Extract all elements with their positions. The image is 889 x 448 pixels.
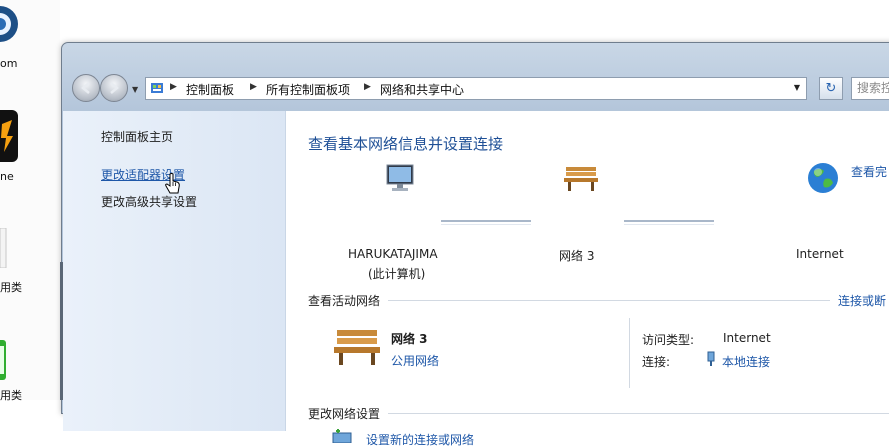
window-edge-shadow [60, 262, 63, 400]
breadcrumb-control-panel[interactable]: 控制面板 [186, 81, 234, 98]
desktop-icon-label: om [0, 57, 18, 70]
search-input[interactable]: 搜索控 [851, 77, 889, 100]
network-category-link[interactable]: 公用网络 [391, 352, 439, 369]
breadcrumb-network-center[interactable]: 网络和共享中心 [380, 81, 464, 98]
active-network-name: 网络 3 [391, 332, 428, 346]
section-divider [388, 413, 889, 414]
left-navigation-pane: 控制面板主页 更改适配器设置 更改高级共享设置 [63, 111, 286, 431]
computer-name: HARUKATAJIMA [348, 247, 438, 261]
back-button[interactable] [72, 74, 100, 102]
navigation-bar: ▼ ▶ 控制面板 ▶ 所有控制面板项 ▶ 网络和共享中心 ▼ ↻ 搜索控 [62, 71, 889, 107]
chevron-right-icon[interactable]: ▶ [250, 82, 257, 92]
chevron-right-icon[interactable]: ▶ [170, 82, 177, 92]
address-dropdown-icon[interactable]: ▼ [794, 83, 800, 92]
control-panel-home-link[interactable]: 控制面板主页 [101, 128, 173, 145]
page-title: 查看基本网络信息并设置连接 [308, 135, 504, 153]
change-advanced-sharing-link[interactable]: 更改高级共享设置 [101, 193, 197, 210]
connections-label: 连接: [642, 355, 671, 369]
hand-cursor-icon [165, 173, 181, 198]
back-arrow-icon [81, 82, 90, 94]
local-connection-link[interactable]: 本地连接 [722, 353, 770, 370]
control-panel-icon [150, 81, 164, 98]
desktop-icon-label: ne [0, 170, 14, 183]
app-blue-icon[interactable] [0, 3, 18, 48]
globe-icon [806, 163, 840, 198]
desktop: om ne 用类 用类 [0, 0, 60, 402]
map-connector-line [624, 220, 714, 225]
new-connection-icon [331, 429, 357, 446]
forward-arrow-icon [110, 82, 119, 94]
bench-icon [562, 167, 600, 196]
access-type-value: Internet [723, 331, 771, 345]
desktop-icon-label: 用类 [0, 281, 22, 294]
app-doc-icon[interactable] [0, 227, 10, 271]
network-map-internet [801, 161, 845, 198]
active-networks-heading: 查看活动网络 [308, 294, 381, 308]
address-bar[interactable]: ▶ 控制面板 ▶ 所有控制面板项 ▶ 网络和共享中心 ▼ [145, 77, 807, 100]
connect-disconnect-link[interactable]: 连接或断 [838, 292, 886, 309]
setup-new-connection-link[interactable]: 设置新的连接或网络 [366, 431, 474, 448]
internet-label: Internet [796, 247, 844, 261]
desktop-icon-label: 用类 [0, 389, 22, 402]
see-full-map-link[interactable]: 查看完 [851, 163, 887, 180]
network-sharing-window: ▼ ▶ 控制面板 ▶ 所有控制面板项 ▶ 网络和共享中心 ▼ ↻ 搜索控制面板主… [61, 42, 889, 447]
section-divider [388, 300, 830, 301]
computer-icon [383, 164, 419, 196]
main-content: 查看基本网络信息并设置连接 查看完 HARUKATAJIMA (此计算机) 网络… [286, 111, 889, 447]
bench-icon [331, 326, 383, 371]
network-map-network [556, 163, 606, 196]
refresh-button[interactable]: ↻ [819, 77, 843, 100]
app-green-icon[interactable] [0, 340, 10, 383]
network-map-computer [346, 161, 456, 196]
app-orange-icon[interactable] [0, 110, 18, 165]
recent-pages-dropdown-icon[interactable]: ▼ [132, 85, 138, 94]
map-connector-line [441, 220, 531, 225]
access-type-label: 访问类型: [642, 333, 695, 347]
breadcrumb-all-items[interactable]: 所有控制面板项 [266, 81, 350, 98]
forward-button[interactable] [100, 74, 128, 102]
network-adapter-icon [706, 351, 716, 370]
change-settings-heading: 更改网络设置 [308, 407, 381, 421]
network-name: 网络 3 [559, 249, 595, 263]
vertical-divider [629, 318, 630, 388]
computer-subtitle: (此计算机) [368, 267, 426, 281]
refresh-icon: ↻ [825, 81, 837, 96]
chevron-right-icon[interactable]: ▶ [364, 82, 371, 92]
